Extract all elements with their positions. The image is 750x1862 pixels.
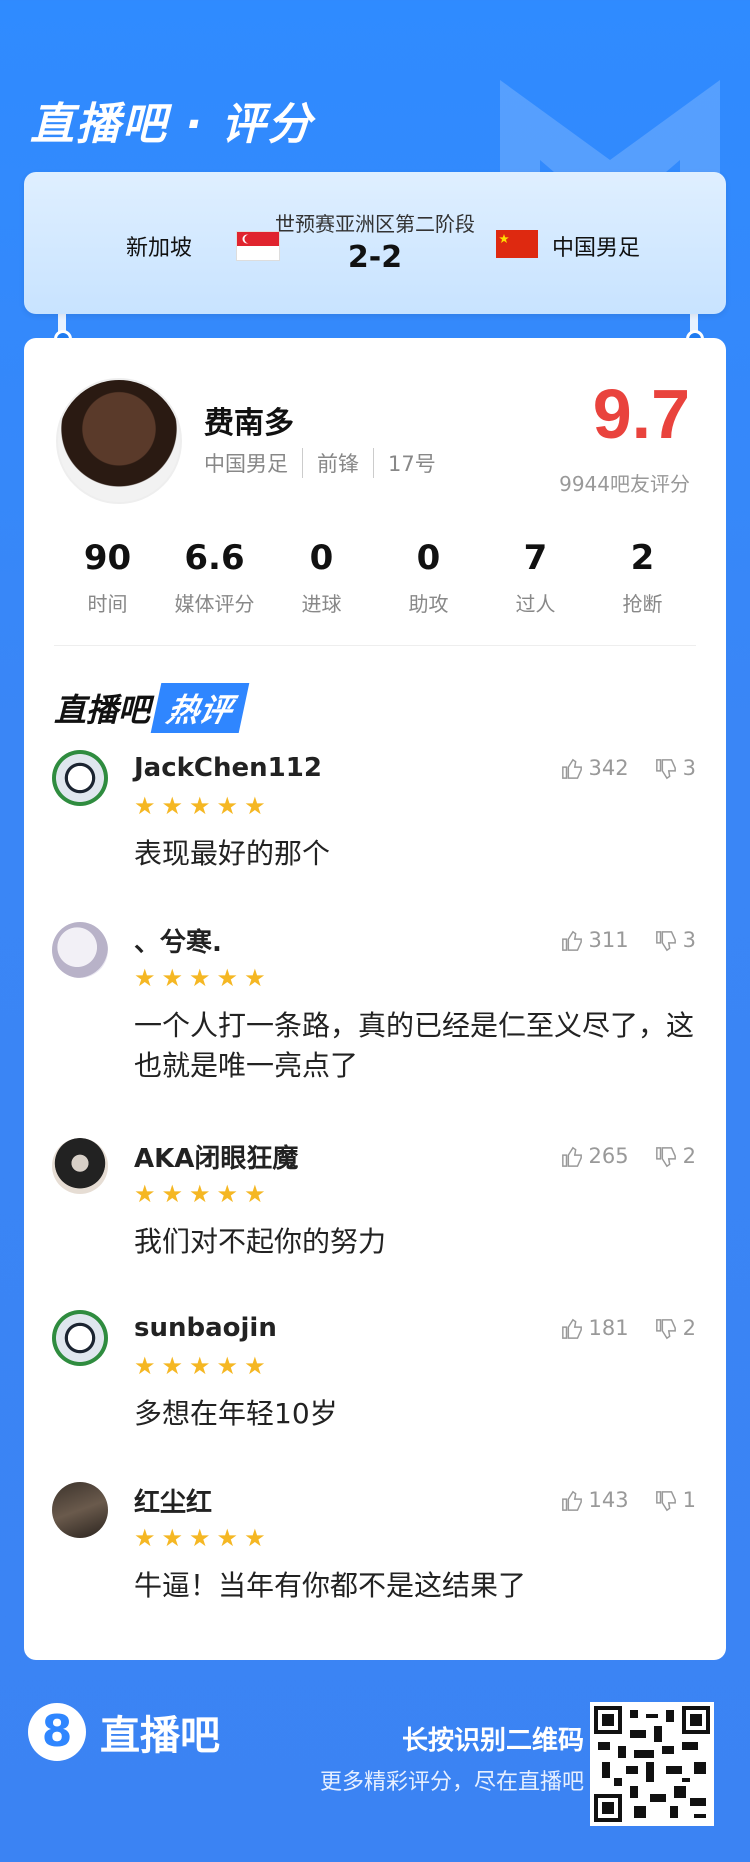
player-position: 前锋	[302, 448, 373, 478]
footer-brand-text: 直播吧	[100, 1713, 220, 1759]
thumbs-up-icon	[561, 1146, 582, 1167]
stat-media-rating: 6.6 媒体评分	[161, 538, 268, 617]
like-count: 342	[588, 756, 629, 780]
thumbs-up-icon	[561, 930, 582, 951]
comment-username[interactable]: AKA闭眼狂魔	[134, 1138, 298, 1175]
thumbs-down-icon	[655, 759, 676, 780]
like-count: 143	[588, 1488, 629, 1512]
like-count: 311	[588, 928, 629, 952]
thumbs-up-icon	[561, 758, 582, 779]
user-avatar[interactable]	[52, 1138, 108, 1194]
comment-username[interactable]: 、兮寒.	[134, 922, 222, 959]
stat-time: 90 时间	[54, 538, 161, 617]
comment-text: 一个人打一条路，真的已经是仁至义尽了，这也就是唯一亮点了	[134, 1009, 695, 1082]
player-rating-card: 费南多 中国男足 前锋 17号 9.7 9944吧友评分 90 时间 6.6 媒…	[24, 338, 726, 1660]
hot-comments-heading: 直播吧 热评	[54, 683, 250, 733]
comment-text: 我们对不起你的努力	[134, 1225, 387, 1258]
star-rating: ★★★★★	[134, 1180, 272, 1208]
user-avatar[interactable]	[52, 1310, 108, 1366]
thumbs-up-icon	[561, 1318, 582, 1339]
like-count: 181	[588, 1316, 629, 1340]
comment-text: 表现最好的那个	[134, 837, 331, 870]
stat-label: 时间	[87, 592, 128, 616]
footer-brand-logo: 8 直播吧	[28, 1703, 220, 1761]
section-divider	[54, 645, 696, 646]
player-number: 17号	[373, 448, 450, 478]
player-stats: 90 时间 6.6 媒体评分 0 进球 0 助攻 7 过人 2 抢断	[54, 538, 696, 617]
stat-label: 过人	[515, 592, 556, 616]
stat-value: 6.6	[184, 538, 245, 578]
stat-dribbles: 7 过人	[482, 538, 589, 617]
stat-label: 抢断	[622, 592, 663, 616]
like-button[interactable]: 342	[561, 756, 629, 780]
star-rating: ★★★★★	[134, 1352, 272, 1380]
dislike-button[interactable]: 2	[655, 1144, 696, 1168]
comment-username[interactable]: sunbaojin	[134, 1313, 277, 1343]
comment-item: JackChen112 342 3 ★★★★★ 表现最好的那个	[24, 748, 726, 920]
dislike-button[interactable]: 2	[655, 1316, 696, 1340]
like-count: 265	[588, 1144, 629, 1168]
stat-label: 进球	[301, 592, 342, 616]
player-name: 费南多	[204, 406, 294, 441]
qr-code[interactable]	[590, 1702, 714, 1826]
china-flag-icon	[496, 230, 538, 258]
dislike-button[interactable]: 1	[655, 1488, 696, 1512]
comment-item: 、兮寒. 311 3 ★★★★★ 一个人打一条路，真的已经是仁至义尽了，这也就是…	[24, 920, 726, 1136]
comment-username[interactable]: JackChen112	[134, 753, 322, 783]
comment-item: AKA闭眼狂魔 265 2 ★★★★★ 我们对不起你的努力	[24, 1136, 726, 1308]
star-rating: ★★★★★	[134, 964, 272, 992]
player-team: 中国男足	[204, 452, 288, 476]
stat-value: 7	[523, 538, 548, 578]
comment-item: sunbaojin 181 2 ★★★★★ 多想在年轻10岁	[24, 1308, 726, 1480]
star-rating: ★★★★★	[134, 1524, 272, 1552]
thumbs-up-icon	[561, 1490, 582, 1511]
thumbs-down-icon	[655, 931, 676, 952]
comment-username[interactable]: 红尘红	[134, 1482, 212, 1519]
thumbs-down-icon	[655, 1147, 676, 1168]
dislike-button[interactable]: 3	[655, 928, 696, 952]
like-button[interactable]: 311	[561, 928, 629, 952]
stat-label: 媒体评分	[174, 592, 255, 616]
stat-goals: 0 进球	[268, 538, 375, 617]
thumbs-down-icon	[655, 1319, 676, 1340]
like-button[interactable]: 143	[561, 1488, 629, 1512]
hot-comments-badge: 热评	[150, 683, 250, 733]
dislike-count: 3	[682, 756, 696, 780]
dislike-count: 2	[682, 1316, 696, 1340]
qr-subtitle: 更多精彩评分，尽在直播吧	[319, 1770, 584, 1795]
stat-value: 2	[630, 538, 655, 578]
like-button[interactable]: 181	[561, 1316, 629, 1340]
dislike-button[interactable]: 3	[655, 756, 696, 780]
fan-rating-score: 9.7	[592, 375, 690, 453]
thumbs-down-icon	[655, 1491, 676, 1512]
dislike-count: 3	[682, 928, 696, 952]
stat-value: 90	[83, 538, 132, 578]
stat-tackles: 2 抢断	[589, 538, 696, 617]
stat-label: 助攻	[408, 592, 449, 616]
stat-value: 0	[309, 538, 334, 578]
like-button[interactable]: 265	[561, 1144, 629, 1168]
user-avatar[interactable]	[52, 750, 108, 806]
player-meta: 中国男足 前锋 17号	[204, 448, 450, 478]
comment-item: 红尘红 143 1 ★★★★★ 牛逼！当年有你都不是这结果了	[24, 1480, 726, 1620]
comment-text: 牛逼！当年有你都不是这结果了	[134, 1569, 527, 1602]
user-avatar[interactable]	[52, 922, 108, 978]
dislike-count: 1	[682, 1488, 696, 1512]
stat-assists: 0 助攻	[375, 538, 482, 617]
player-avatar	[56, 378, 182, 504]
fan-rating-label: 9944吧友评分	[559, 472, 690, 496]
page-title: 直播吧 · 评分	[30, 99, 314, 150]
qr-prompt: 长按识别二维码	[401, 1726, 584, 1756]
zhibo8-logo-icon: 8	[28, 1703, 86, 1761]
user-avatar[interactable]	[52, 1482, 108, 1538]
hot-comments-prefix: 直播吧	[54, 691, 151, 729]
stat-value: 0	[416, 538, 441, 578]
dislike-count: 2	[682, 1144, 696, 1168]
comment-text: 多想在年轻10岁	[134, 1397, 338, 1430]
comment-list: JackChen112 342 3 ★★★★★ 表现最好的那个 、兮寒. 311…	[24, 748, 726, 1620]
match-card: 新加坡 世预赛亚洲区第二阶段 2-2 中国男足	[24, 172, 726, 314]
away-team-name: 中国男足	[552, 236, 641, 261]
star-rating: ★★★★★	[134, 792, 272, 820]
